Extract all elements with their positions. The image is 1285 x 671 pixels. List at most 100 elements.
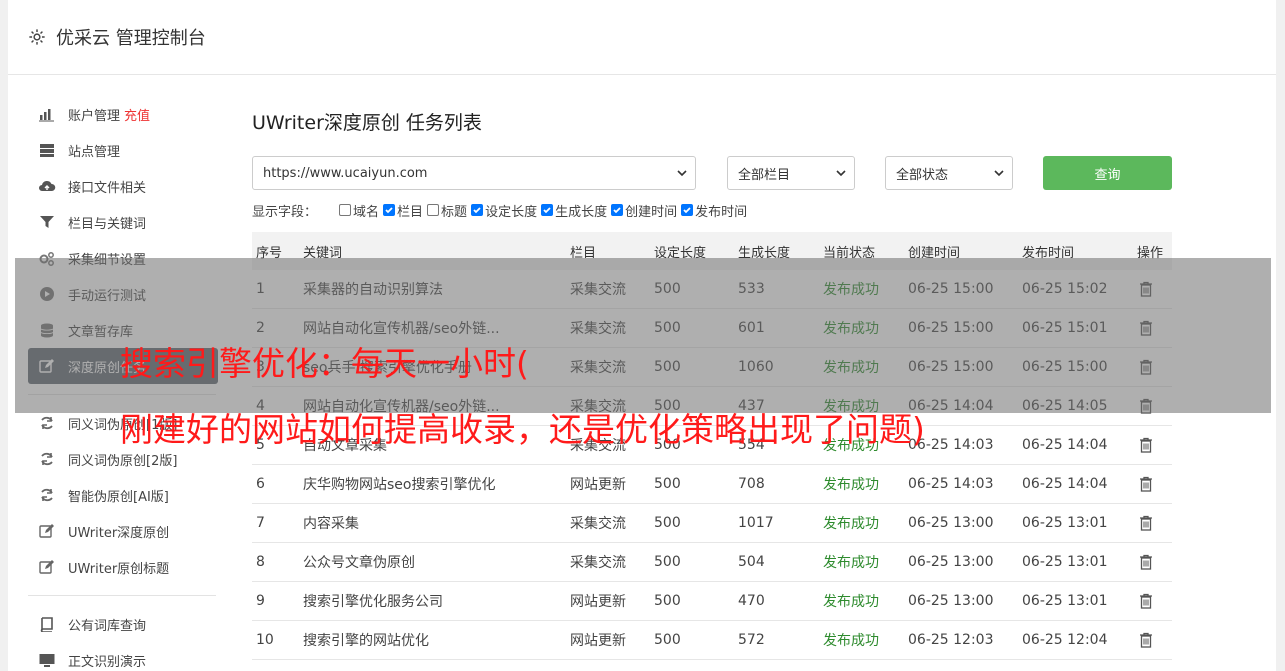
table-cell: 庆华购物网站seo搜索引擎优化 [303,477,496,493]
column-select-value: 全部栏目 [738,167,791,183]
overlay-banner [15,258,1271,413]
site-select-value: https://www.ucaiyun.com [263,165,428,181]
sidebar-item-label: 公有词库查询 [68,618,147,634]
table-cell: 网站更新 [570,633,626,649]
table-cell: 1017 [738,515,774,531]
field-checkbox[interactable]: 设定长度 [471,201,537,220]
status-select[interactable]: 全部状态 [885,156,1013,190]
table-row: 9 搜索引擎优化服务公司 网站更新 500 470 发布成功 06-25 13:00 06-2… [252,582,1172,621]
chevron-down-icon [994,170,1004,177]
checkbox-box[interactable] [681,204,694,216]
overlay-headline-line1: 搜索引擎优化：每天一小时( [120,344,529,383]
trash-icon[interactable] [1139,437,1153,457]
server-icon [38,142,56,158]
sidebar-item-label: 账户管理 [68,108,121,124]
status-text: 发布成功 [823,633,879,649]
table-cell: 06-25 13:01 [1022,554,1108,570]
query-button[interactable]: 查询 [1043,156,1172,190]
trash-icon[interactable] [1139,632,1153,652]
field-checkbox[interactable]: 栏目 [383,201,423,220]
checkbox-box[interactable] [611,204,624,216]
sidebar-item[interactable]: 接口文件相关 [28,168,218,204]
table-cell: 504 [738,554,765,570]
field-checkbox[interactable]: 发布时间 [681,201,747,220]
trash-icon[interactable] [1139,593,1153,613]
table-cell: 7 [256,515,265,531]
status-select-value: 全部状态 [896,167,949,183]
display-fields: 显示字段： 域名 栏目 标题 设定长度 生成长度 创建时间 发布时间 [252,201,751,220]
table-cell: 06-25 14:04 [1022,476,1108,492]
table-cell: 06-25 13:00 [908,515,994,531]
table-cell: 500 [654,632,681,648]
sidebar-item-label: 正文识别演示 [68,654,147,670]
refresh-icon [38,451,56,467]
table-cell: 搜索引擎的网站优化 [303,633,429,649]
edit-icon [38,523,56,539]
status-text: 发布成功 [823,594,879,610]
table-cell: 470 [738,593,765,609]
status-text: 发布成功 [823,555,879,571]
monitor-icon [38,652,56,668]
sidebar-item[interactable]: 正文识别演示 [28,642,218,671]
table-cell: 网站更新 [570,594,626,610]
edit-icon [38,559,56,575]
sidebar-item-label: 同义词伪原创[2版] [68,453,178,469]
table-cell: 网站更新 [570,477,626,493]
sidebar-item[interactable]: 智能伪原创[AI版] [28,477,218,513]
table-row: 6 庆华购物网站seo搜索引擎优化 网站更新 500 708 发布成功 06-25 14:0… [252,465,1172,504]
field-checkbox-label: 域名 [353,204,380,220]
top-header: 优采云 管理控制台 [8,0,1276,75]
table-cell: 搜索引擎优化服务公司 [303,594,443,610]
table-cell: 500 [654,476,681,492]
console-title: 优采云 管理控制台 [56,28,206,49]
checkbox-box[interactable] [541,204,554,216]
trash-icon[interactable] [1139,515,1153,535]
field-checkbox-label: 创建时间 [625,204,678,220]
cloud-upload-icon [38,178,56,194]
trash-icon[interactable] [1139,554,1153,574]
field-checkbox[interactable]: 域名 [339,201,379,220]
site-select[interactable]: https://www.ucaiyun.com [252,156,696,190]
table-cell: 06-25 13:00 [908,554,994,570]
sidebar-item[interactable]: 公有词库查询 [28,606,218,642]
recharge-link[interactable]: 充值 [124,105,150,124]
chevron-down-icon [836,170,846,177]
checkbox-box[interactable] [471,204,484,216]
chevron-down-icon [677,170,687,177]
refresh-icon [38,415,56,431]
sidebar-item[interactable]: 栏目与关键词 [28,204,218,240]
field-checkbox-label: 标题 [441,204,468,220]
sidebar-item-label: UWriter原创标题 [68,561,170,577]
overlay-headline-line2: 刚建好的网站如何提高收录，还是优化策略出现了问题) [120,410,925,449]
field-checkbox[interactable]: 生成长度 [541,201,607,220]
field-checkbox-label: 栏目 [397,204,424,220]
checkbox-box[interactable] [383,204,396,216]
filter-icon [38,214,56,230]
main-content: UWriter深度原创 任务列表 https://www.ucaiyun.com… [252,96,1172,660]
sidebar-item-label: 接口文件相关 [68,180,147,196]
display-fields-label: 显示字段： [252,204,318,220]
bar-chart-icon [38,106,56,122]
checkbox-box[interactable] [427,204,440,216]
table-cell: 500 [654,515,681,531]
column-select[interactable]: 全部栏目 [727,156,855,190]
field-checkbox[interactable]: 创建时间 [611,201,677,220]
table-cell: 708 [738,476,765,492]
sidebar-item[interactable]: 账户管理 充值 [28,96,218,132]
sidebar-item[interactable]: 站点管理 [28,132,218,168]
table-row: 7 内容采集 采集交流 500 1017 发布成功 06-25 13:00 06-25 13:… [252,504,1172,543]
sidebar-divider [28,595,216,596]
table-cell: 6 [256,476,265,492]
filter-bar: https://www.ucaiyun.com 全部栏目 全部状态 查询 [252,156,1172,190]
table-cell: 公众号文章伪原创 [303,555,415,571]
table-cell: 8 [256,554,265,570]
checkbox-box[interactable] [339,204,352,216]
sidebar-item[interactable]: UWriter原创标题 [28,549,218,585]
page-title: UWriter深度原创 任务列表 [252,112,482,134]
table-cell: 10 [256,632,274,648]
field-checkbox[interactable]: 标题 [427,201,467,220]
trash-icon[interactable] [1139,476,1153,496]
sidebar-item-label: UWriter深度原创 [68,525,170,541]
sidebar-item[interactable]: UWriter深度原创 [28,513,218,549]
book-icon [38,616,56,632]
